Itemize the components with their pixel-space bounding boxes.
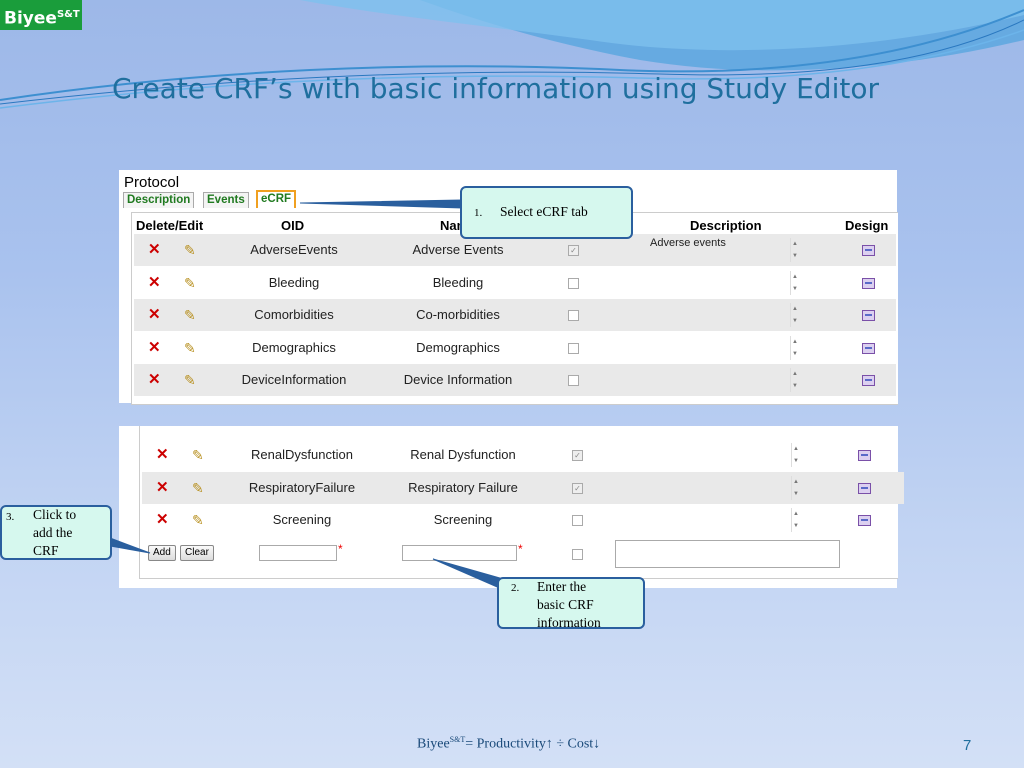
callout-click-to-add: 3. Click to add the CRF (0, 505, 112, 560)
callout-select-ecrf-tab: 1. Select eCRF tab (460, 186, 633, 239)
footer-slogan: BiyeeS&T= Productivity↑ ÷ Cost↓ (417, 735, 601, 752)
callout-enter-crf-info: 2. Enter the basic CRF information (497, 577, 645, 630)
page-number: 7 (963, 737, 972, 754)
callout-connectors (109, 199, 505, 591)
